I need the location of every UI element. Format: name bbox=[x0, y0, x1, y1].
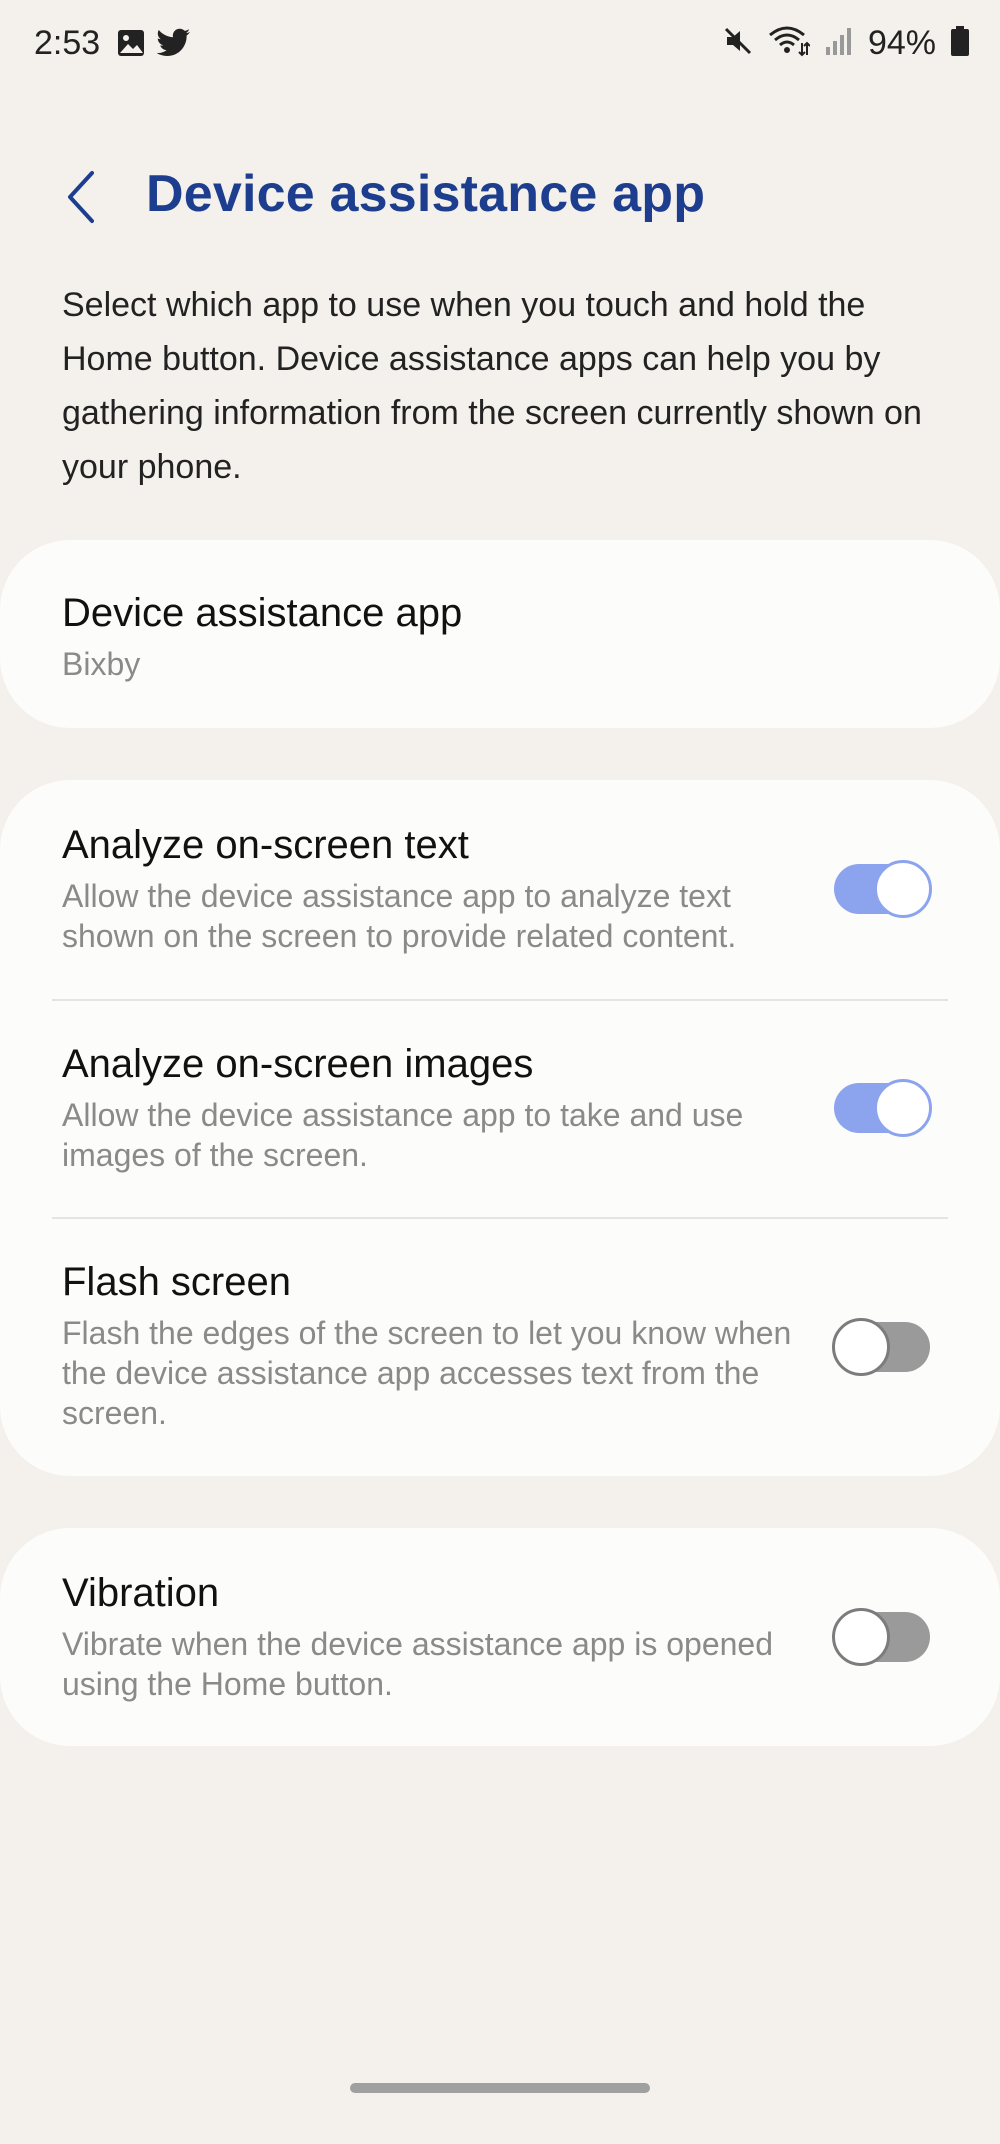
signal-icon bbox=[824, 25, 854, 62]
toggle-knob bbox=[874, 860, 932, 918]
back-button[interactable] bbox=[56, 164, 106, 230]
divider bbox=[52, 1217, 948, 1219]
vibration-settings-card: Vibration Vibrate when the device assist… bbox=[0, 1528, 1000, 1746]
header: Device assistance app bbox=[0, 150, 1000, 250]
status-time: 2:53 bbox=[34, 24, 101, 62]
status-bar: 2:53 94% bbox=[0, 0, 1000, 92]
setting-row-analyze-images[interactable]: Analyze on-screen images Allow the devic… bbox=[62, 1039, 802, 1175]
twitter-icon bbox=[156, 28, 192, 63]
battery-percentage: 94% bbox=[867, 24, 936, 62]
page-description: Select which app to use when you touch a… bbox=[62, 286, 922, 486]
setting-title: Vibration bbox=[62, 1571, 220, 1615]
vibration-toggle[interactable] bbox=[832, 1608, 930, 1666]
system-status-icons: 94% bbox=[722, 24, 970, 63]
toggle-knob bbox=[874, 1079, 932, 1137]
setting-subtitle: Flash the edges of the screen to let you… bbox=[62, 1315, 792, 1431]
notification-icons bbox=[116, 28, 192, 63]
back-arrow-icon bbox=[68, 171, 94, 223]
setting-title: Analyze on-screen text bbox=[62, 823, 469, 867]
app-selector-title: Device assistance app bbox=[62, 591, 463, 635]
home-indicator[interactable] bbox=[350, 2083, 650, 2093]
divider bbox=[52, 999, 948, 1001]
image-icon bbox=[116, 28, 146, 63]
mute-icon bbox=[722, 25, 754, 62]
device-assistance-app-setting[interactable]: Device assistance app Bixby bbox=[0, 540, 1000, 728]
analyze-text-toggle[interactable] bbox=[834, 860, 932, 918]
analysis-settings-card: Analyze on-screen text Allow the device … bbox=[0, 780, 1000, 1476]
page-title: Device assistance app bbox=[146, 165, 706, 223]
setting-row-flash-screen[interactable]: Flash screen Flash the edges of the scre… bbox=[62, 1257, 802, 1433]
app-selector-value: Bixby bbox=[62, 646, 141, 682]
setting-title: Analyze on-screen images bbox=[62, 1042, 534, 1086]
app-selector-row[interactable]: Device assistance app Bixby bbox=[62, 588, 802, 684]
wifi-icon bbox=[768, 25, 811, 62]
setting-title: Flash screen bbox=[62, 1260, 291, 1304]
flash-screen-toggle[interactable] bbox=[832, 1318, 930, 1376]
toggle-knob bbox=[832, 1318, 890, 1376]
setting-subtitle: Vibrate when the device assistance app i… bbox=[62, 1626, 773, 1702]
analyze-images-toggle[interactable] bbox=[834, 1079, 932, 1137]
toggle-knob bbox=[832, 1608, 890, 1666]
setting-row-vibration[interactable]: Vibration Vibrate when the device assist… bbox=[62, 1568, 802, 1704]
setting-subtitle: Allow the device assistance app to take … bbox=[62, 1097, 744, 1173]
setting-row-analyze-text[interactable]: Analyze on-screen text Allow the device … bbox=[62, 820, 802, 956]
battery-icon bbox=[950, 25, 970, 62]
setting-subtitle: Allow the device assistance app to analy… bbox=[62, 878, 737, 954]
